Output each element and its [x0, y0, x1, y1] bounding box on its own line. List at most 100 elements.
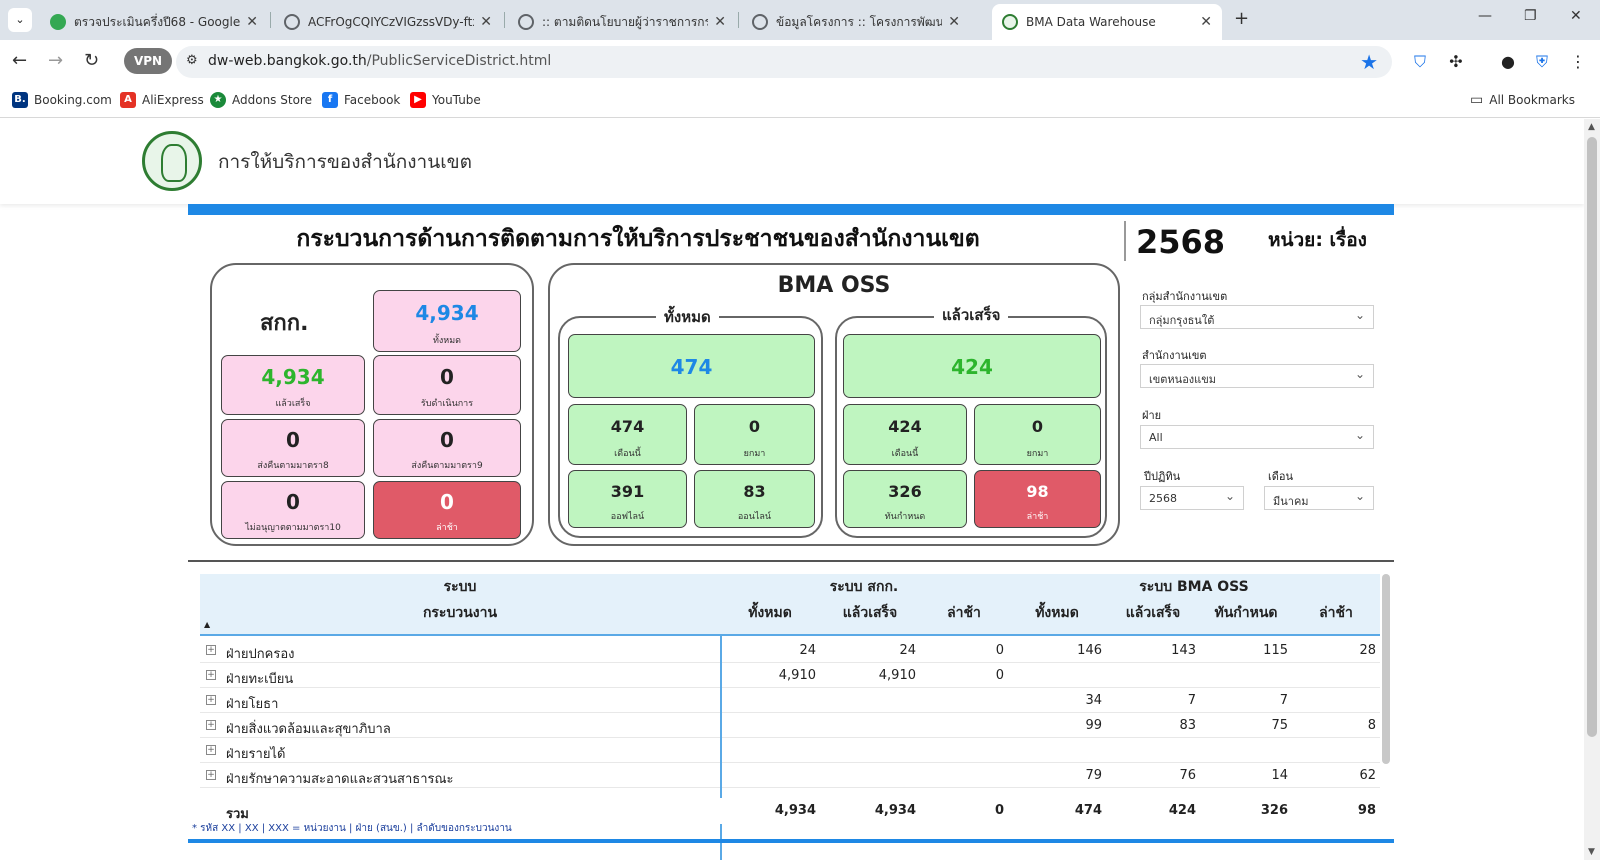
table-row[interactable]: + ฝ่ายสิ่งแวดล้อมและสุขาภิบาล 99 83 75 8	[200, 713, 1380, 738]
expand-plus-icon[interactable]: +	[206, 770, 216, 780]
shield-extension-icon[interactable]: ⛉	[1410, 52, 1430, 72]
expand-plus-icon[interactable]: +	[206, 670, 216, 680]
header-skk-late[interactable]: ล่าช้า	[920, 600, 1008, 634]
month-select[interactable]: มีนาคม ⌄	[1264, 486, 1374, 510]
table-row[interactable]: + ฝ่ายรายได้	[200, 738, 1380, 763]
skk-deny10-value: 0	[286, 490, 300, 514]
skk-return8-card[interactable]: 0 ส่งคืนตามมาตรา8	[221, 419, 365, 477]
table-scrollbar[interactable]	[1382, 574, 1390, 764]
expand-plus-icon[interactable]: +	[206, 745, 216, 755]
header-skk-done[interactable]: แล้วเสร็จ	[820, 600, 920, 634]
tab-policy[interactable]: :: ตามติดนโยบายผู้ว่าราชการกรุงเทพฯ ✕	[508, 4, 736, 40]
bookmark-addons-store[interactable]: ★ Addons Store	[210, 92, 312, 108]
tab-document[interactable]: ACFrOgCQIYCzVIGzssVDy-ftxxU ✕	[274, 4, 502, 40]
forward-arrow-icon[interactable]: →	[48, 50, 63, 71]
header-skk-total[interactable]: ทั้งหมด	[720, 600, 820, 634]
month-value: มีนาคม	[1273, 495, 1309, 508]
oss-done-month-card[interactable]: 424 เดือนนี้	[843, 404, 967, 465]
scrollbar-thumb[interactable]	[1587, 137, 1597, 737]
extensions-puzzle-icon[interactable]: ✣	[1446, 52, 1466, 72]
skk-total-label: ทั้งหมด	[432, 336, 462, 346]
bookmark-aliexpress[interactable]: A AliExpress	[120, 92, 204, 108]
new-tab-icon[interactable]: +	[1234, 8, 1249, 29]
sort-asc-icon[interactable]: ▲	[204, 620, 210, 629]
close-icon[interactable]: ✕	[1200, 14, 1212, 30]
url-text[interactable]: dw-web.bangkok.go.th/PublicServiceDistri…	[208, 53, 551, 69]
minimize-icon[interactable]: —	[1478, 8, 1492, 24]
close-icon[interactable]: ✕	[714, 14, 726, 30]
skk-done-card[interactable]: 4,934 แล้วเสร็จ	[221, 355, 365, 415]
table-row[interactable]: + ฝ่ายปกครอง 24 24 0 146 143 115 28	[200, 638, 1380, 663]
tab-google-drive[interactable]: ตรวจประเมินครึ่งปี68 - Google ไดรฟ์ ✕	[40, 4, 268, 40]
expand-plus-icon[interactable]: +	[206, 720, 216, 730]
bookmark-youtube[interactable]: ▶ YouTube	[410, 92, 481, 108]
oss-all-total-card[interactable]: 474	[568, 334, 815, 398]
skk-total-card[interactable]: 4,934 ทั้งหมด	[373, 290, 521, 352]
oss-all-online-card[interactable]: 83 ออนไลน์	[694, 470, 815, 528]
cell-oss-total: 79	[1085, 768, 1102, 783]
skk-return9-card[interactable]: 0 ส่งคืนตามมาตรา9	[373, 419, 521, 477]
bookmark-booking[interactable]: B. Booking.com	[12, 92, 112, 108]
page-scrollbar[interactable]: ▲ ▼	[1584, 119, 1600, 860]
expand-plus-icon[interactable]: +	[206, 645, 216, 655]
header-oss-done[interactable]: แล้วเสร็จ	[1106, 600, 1200, 634]
row-process-name: ฝ่ายโยธา	[226, 697, 279, 712]
oss-done-carried-card[interactable]: 0 ยกมา	[974, 404, 1101, 465]
cell-oss-ontime: 75	[1271, 718, 1288, 733]
oss-done-late-card[interactable]: 98 ล่าช้า	[974, 470, 1101, 528]
oss-done-total-value: 424	[951, 355, 993, 379]
skk-late-card[interactable]: 0 ล่าช้า	[373, 481, 521, 539]
oss-done-total-card[interactable]: 424	[843, 334, 1101, 398]
url-domain: dw-web.bangkok.go.th	[208, 53, 367, 69]
cell-oss-ontime: 7	[1279, 693, 1288, 708]
district-select[interactable]: เขตหนองแขม ⌄	[1140, 364, 1374, 388]
skk-in-progress-card[interactable]: 0 รับดำเนินการ	[373, 355, 521, 415]
shield-check-icon[interactable]: ⛨	[1532, 52, 1552, 72]
close-icon[interactable]: ✕	[246, 14, 258, 30]
tab-search-chevron-icon[interactable]: ⌄	[8, 8, 32, 32]
total-skk-done: 4,934	[874, 803, 916, 818]
profile-icon[interactable]: ●	[1498, 52, 1518, 72]
title-band	[188, 204, 1394, 215]
close-icon[interactable]: ✕	[480, 14, 492, 30]
header-oss-late[interactable]: ล่าช้า	[1292, 600, 1380, 634]
expand-plus-icon[interactable]: +	[206, 695, 216, 705]
site-settings-icon[interactable]: ⚙	[186, 53, 198, 68]
header-process[interactable]: กระบวนงาน	[200, 600, 720, 634]
header-oss-ontime[interactable]: ทันกำหนด	[1200, 600, 1292, 634]
url-bar[interactable]: ⚙ dw-web.bangkok.go.th/PublicServiceDist…	[176, 46, 1392, 78]
oss-all-month-label: เดือนนี้	[614, 449, 641, 459]
oss-done-ontime-card[interactable]: 326 ทันกำหนด	[843, 470, 967, 528]
oss-all-offline-card[interactable]: 391 ออฟไลน์	[568, 470, 687, 528]
table-row[interactable]: + ฝ่ายโยธา 34 7 7	[200, 688, 1380, 713]
close-icon[interactable]: ✕	[948, 14, 960, 30]
reload-icon[interactable]: ↻	[84, 50, 99, 71]
all-bookmarks[interactable]: ▭ All Bookmarks	[1470, 92, 1575, 108]
table-row[interactable]: + ฝ่ายทะเบียน 4,910 4,910 0	[200, 663, 1380, 688]
scroll-up-icon[interactable]: ▲	[1588, 122, 1595, 132]
restore-icon[interactable]: ❐	[1524, 8, 1537, 24]
more-menu-icon[interactable]: ⋮	[1568, 52, 1588, 72]
oss-done-ontime-label: ทันกำหนด	[884, 512, 926, 522]
header-oss-total[interactable]: ทั้งหมด	[1008, 600, 1106, 634]
oss-all-month-card[interactable]: 474 เดือนนี้	[568, 404, 687, 465]
scroll-down-icon[interactable]: ▼	[1588, 847, 1595, 857]
oss-all-offline-value: 391	[610, 482, 645, 501]
page-title: กระบวนการด้านการติดตามการให้บริการประชาช…	[296, 226, 980, 252]
division-select[interactable]: All ⌄	[1140, 425, 1374, 449]
skk-deny10-card[interactable]: 0 ไม่อนุญาตตามมาตรา10	[221, 481, 365, 539]
year-select[interactable]: 2568 ⌄	[1140, 486, 1244, 510]
bma-logo[interactable]	[142, 131, 202, 191]
oss-all-carried-card[interactable]: 0 ยกมา	[694, 404, 815, 465]
district-group-select[interactable]: กลุ่มกรุงธนใต้ ⌄	[1140, 305, 1374, 329]
tab-project[interactable]: ข้อมูลโครงการ :: โครงการพัฒนามาตร ✕	[742, 4, 970, 40]
skk-return9-value: 0	[440, 428, 454, 452]
bookmark-star-icon[interactable]: ★	[1360, 50, 1378, 74]
table-row[interactable]: + ฝ่ายรักษาความสะอาดและสวนสาธารณะ 79 76 14 62	[200, 763, 1380, 788]
vpn-badge[interactable]: VPN	[124, 48, 172, 74]
cell-oss-late: 8	[1367, 718, 1376, 733]
tab-bma-data-warehouse[interactable]: BMA Data Warehouse ✕	[992, 4, 1222, 40]
bookmark-facebook[interactable]: f Facebook	[322, 92, 400, 108]
window-close-icon[interactable]: ✕	[1570, 8, 1582, 24]
back-arrow-icon[interactable]: ←	[12, 50, 27, 71]
